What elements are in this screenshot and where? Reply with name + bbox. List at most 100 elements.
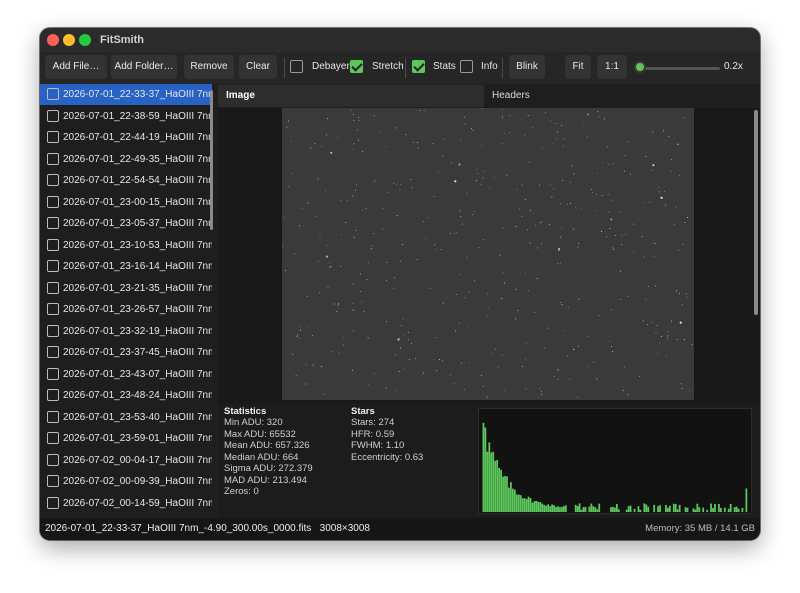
file-list-item[interactable]: 2026-07-01_23-21-35_HaOIII 7nm_-4.8 xyxy=(40,278,212,299)
file-list-item[interactable]: 2026-07-01_22-38-59_HaOIII 7nm_-4.9 xyxy=(40,106,212,127)
image-viewer[interactable] xyxy=(218,108,760,404)
toolbar-divider xyxy=(502,58,503,78)
star-point xyxy=(393,277,395,278)
fit-button[interactable]: Fit xyxy=(565,55,591,79)
star-point xyxy=(487,316,489,318)
zoom-slider-track[interactable] xyxy=(640,67,720,70)
histogram-bar xyxy=(637,506,640,513)
file-select-checkbox[interactable] xyxy=(47,432,59,444)
star-point xyxy=(474,210,476,212)
stretch-checkbox[interactable] xyxy=(350,60,363,73)
file-list-item[interactable]: 2026-07-01_23-53-40_HaOIII 7nm_-4.8 xyxy=(40,407,212,428)
file-select-checkbox[interactable] xyxy=(47,152,59,165)
file-list-item[interactable]: 2026-07-02_00-04-17_HaOIII 7nm_-4.9 xyxy=(40,450,212,471)
star-point xyxy=(539,222,541,224)
maximize-window-button[interactable] xyxy=(79,34,91,46)
file-select-checkbox[interactable] xyxy=(47,389,59,401)
star-point xyxy=(569,181,571,183)
one-to-one-button[interactable]: 1:1 xyxy=(597,55,627,79)
tab-image[interactable]: Image xyxy=(218,85,484,107)
fits-image[interactable] xyxy=(282,108,694,400)
file-select-checkbox[interactable] xyxy=(47,174,59,186)
file-select-checkbox[interactable] xyxy=(47,303,59,315)
file-select-checkbox[interactable] xyxy=(47,217,59,229)
file-list-item[interactable]: 2026-07-01_22-44-19_HaOIII 7nm_-4.8 xyxy=(40,127,212,148)
file-list-item[interactable]: 2026-07-01_23-59-01_HaOIII 7nm_-4.9 xyxy=(40,428,212,449)
zoom-slider-thumb[interactable] xyxy=(634,61,646,73)
file-list-item[interactable]: 2026-07-01_23-48-24_HaOIII 7nm_-4.8 xyxy=(40,385,212,406)
file-list-item[interactable]: 2026-07-02_00-09-39_HaOIII 7nm_-5.0 xyxy=(40,471,212,492)
status-memory: Memory: 35 MB / 14.1 GB xyxy=(645,523,755,534)
file-select-checkbox[interactable] xyxy=(47,131,59,143)
close-window-button[interactable] xyxy=(47,34,59,46)
file-select-checkbox[interactable] xyxy=(47,238,59,251)
file-list-item[interactable]: 2026-07-02_00-14-59_HaOIII 7nm_-5.0 xyxy=(40,493,212,514)
file-select-checkbox[interactable] xyxy=(47,195,59,208)
file-list-item[interactable]: 2026-07-01_23-16-14_HaOIII 7nm_-4.8 xyxy=(40,256,212,277)
star-point xyxy=(613,248,615,250)
file-list-item[interactable]: 2026-07-01_23-05-37_HaOIII 7nm_-5.0 xyxy=(40,213,212,234)
histogram-bar xyxy=(557,506,559,513)
star-point xyxy=(386,321,387,323)
file-list[interactable]: 2026-07-01_22-33-37_HaOIII 7nm_-4. 2026-0… xyxy=(40,84,215,518)
star-point xyxy=(647,286,649,288)
file-select-checkbox[interactable] xyxy=(47,346,59,358)
file-select-checkbox[interactable] xyxy=(47,475,59,487)
file-select-checkbox[interactable] xyxy=(47,109,59,122)
histogram-bar xyxy=(547,504,550,513)
remove-button[interactable]: Remove xyxy=(184,55,234,79)
info-checkbox[interactable] xyxy=(460,60,473,73)
stars-hfr: HFR: 0.59 xyxy=(351,429,395,440)
star-point xyxy=(419,110,421,111)
star-point xyxy=(343,337,345,339)
star-point xyxy=(501,109,503,111)
file-list-item[interactable]: 2026-07-01_23-43-07_HaOIII 7nm_-4.9 xyxy=(40,364,212,385)
star-point xyxy=(567,307,569,309)
star-point xyxy=(651,322,653,323)
file-list-item[interactable]: 2026-07-01_22-33-37_HaOIII 7nm_-4. xyxy=(40,84,212,105)
star-point xyxy=(524,134,526,136)
star-point xyxy=(633,251,635,253)
star-point xyxy=(570,202,572,204)
file-list-item[interactable]: 2026-07-01_22-49-35_HaOIII 7nm_-4.8 xyxy=(40,149,212,170)
file-select-checkbox[interactable] xyxy=(47,88,59,100)
clear-button[interactable]: Clear xyxy=(239,55,277,79)
file-list-scrollbar[interactable] xyxy=(210,90,213,230)
file-list-item[interactable]: 2026-07-01_22-54-54_HaOIII 7nm_-4.9 xyxy=(40,170,212,191)
add-file-button[interactable]: Add File… xyxy=(45,55,107,79)
image-viewer-scrollbar[interactable] xyxy=(754,110,758,315)
file-list-item[interactable]: 2026-07-01_23-10-53_HaOIII 7nm_-4.8 xyxy=(40,235,212,256)
file-select-checkbox[interactable] xyxy=(47,453,59,466)
star-point xyxy=(480,375,482,376)
blink-button[interactable]: Blink xyxy=(509,55,545,79)
star-point xyxy=(528,161,530,163)
tab-headers[interactable]: Headers xyxy=(484,85,760,107)
file-name: 2026-07-01_23-26-57_HaOIII 7nm_-4.9 xyxy=(63,304,212,315)
star-point xyxy=(666,338,668,340)
file-select-checkbox[interactable] xyxy=(47,367,59,380)
star-point xyxy=(337,304,339,306)
status-image-dimensions: 3008×3008 xyxy=(319,523,370,534)
star-point xyxy=(404,334,406,336)
star-point xyxy=(407,339,409,341)
file-list-item[interactable]: 2026-07-01_23-32-19_HaOIII 7nm_-5.1 xyxy=(40,321,212,342)
status-file-name: 2026-07-01_22-33-37_HaOIII 7nm_-4.90_300… xyxy=(45,523,312,534)
star-point xyxy=(667,331,669,333)
star-point xyxy=(527,229,528,231)
file-name: 2026-07-01_23-16-14_HaOIII 7nm_-4.8 xyxy=(63,261,212,272)
file-select-checkbox[interactable] xyxy=(47,281,59,294)
minimize-window-button[interactable] xyxy=(63,34,75,46)
star-point xyxy=(532,126,534,128)
file-select-checkbox[interactable] xyxy=(47,324,59,337)
star-point xyxy=(417,147,419,149)
debayer-checkbox[interactable] xyxy=(290,60,303,73)
file-list-item[interactable]: 2026-07-01_23-37-45_HaOIII 7nm_-4.9 xyxy=(40,342,212,363)
add-folder-button[interactable]: Add Folder… xyxy=(111,55,177,79)
star-point xyxy=(396,215,398,216)
file-select-checkbox[interactable] xyxy=(47,410,59,423)
file-list-item[interactable]: 2026-07-01_23-00-15_HaOIII 7nm_-5.0 xyxy=(40,192,212,213)
stats-checkbox[interactable] xyxy=(412,60,425,73)
file-select-checkbox[interactable] xyxy=(47,496,59,509)
file-list-item[interactable]: 2026-07-01_23-26-57_HaOIII 7nm_-4.9 xyxy=(40,299,212,320)
file-select-checkbox[interactable] xyxy=(47,260,59,272)
